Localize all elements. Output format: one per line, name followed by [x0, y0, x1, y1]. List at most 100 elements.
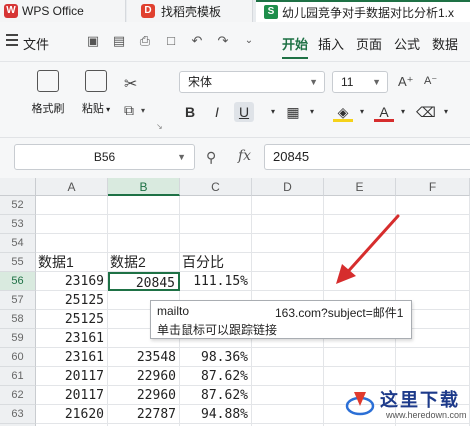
row-header[interactable]: 52	[0, 196, 36, 215]
cell-b60[interactable]: 23548	[108, 348, 180, 367]
cell-a52[interactable]	[36, 196, 108, 215]
tab-template-store[interactable]: D 找稻壳模板	[127, 0, 253, 22]
italic-button[interactable]: I	[207, 102, 227, 122]
cell-b63[interactable]: 22787	[108, 405, 180, 424]
cell-a57[interactable]: 25125	[36, 291, 108, 310]
more-quick-access-icon[interactable]: ⌄	[240, 32, 258, 50]
font-size-select[interactable]: 11 ▼	[332, 71, 388, 93]
cell-a60[interactable]: 23161	[36, 348, 108, 367]
underline-button[interactable]: U	[234, 102, 254, 122]
row-header[interactable]: 59	[0, 329, 36, 348]
cell-c54[interactable]	[180, 234, 252, 253]
name-box[interactable]: B56 ▼	[14, 144, 195, 170]
tab-spreadsheet-document[interactable]: S 幼儿园竞争对手数据对比分析1.x	[256, 0, 470, 22]
column-header-b[interactable]: B	[108, 178, 180, 196]
clear-format-icon[interactable]: ⌫	[416, 102, 436, 122]
column-header-f[interactable]: F	[396, 178, 470, 196]
save-icon[interactable]: ▣	[84, 32, 102, 50]
menu-formula[interactable]: 公式	[394, 34, 420, 53]
cell-a63[interactable]: 21620	[36, 405, 108, 424]
insert-function-icon[interactable]: fx	[238, 148, 251, 164]
cell-c62[interactable]: 87.62%	[180, 386, 252, 405]
column-header-d[interactable]: D	[252, 178, 324, 196]
borders-dropdown-icon[interactable]: ▾	[302, 102, 322, 122]
cell-c55[interactable]: 百分比	[180, 253, 252, 272]
cell-a56[interactable]: 23169	[36, 272, 108, 291]
cell-b55[interactable]: 数据2	[108, 253, 180, 272]
cell-b54[interactable]	[108, 234, 180, 253]
cell-c56[interactable]: 111.15%	[180, 272, 252, 291]
cell-a62[interactable]: 20117	[36, 386, 108, 405]
font-color-icon[interactable]: A	[374, 102, 394, 122]
row-header[interactable]: 60	[0, 348, 36, 367]
column-header-a[interactable]: A	[36, 178, 108, 196]
formula-input[interactable]: 20845	[264, 144, 470, 170]
cell-d62[interactable]	[252, 386, 324, 405]
fill-color-icon[interactable]: ◈	[333, 102, 353, 122]
paste-button[interactable]: 粘贴 ▾	[76, 70, 116, 116]
cell-d52[interactable]	[252, 196, 324, 215]
cell-d53[interactable]	[252, 215, 324, 234]
cell-b56[interactable]: 20845	[108, 272, 180, 291]
row-header[interactable]: 55	[0, 253, 36, 272]
clear-format-dropdown-icon[interactable]: ▾	[436, 102, 456, 122]
cell-a54[interactable]	[36, 234, 108, 253]
font-name-select[interactable]: 宋体 ▼	[179, 71, 325, 93]
menu-insert[interactable]: 插入	[318, 34, 344, 53]
print-icon[interactable]: ⎙	[136, 32, 154, 50]
column-header-e[interactable]: E	[324, 178, 396, 196]
fill-color-dropdown-icon[interactable]: ▾	[352, 102, 372, 122]
row-header[interactable]: 56	[0, 272, 36, 291]
font-color-dropdown-icon[interactable]: ▾	[393, 102, 413, 122]
column-header-c[interactable]: C	[180, 178, 252, 196]
bold-button[interactable]: B	[180, 102, 200, 122]
cell-c53[interactable]	[180, 215, 252, 234]
clipboard-dialog-launcher-icon[interactable]: ↘	[156, 122, 163, 131]
cell-a55[interactable]: 数据1	[36, 253, 108, 272]
format-painter-button[interactable]: 格式刷	[26, 70, 70, 116]
tab-wps-office[interactable]: W WPS Office	[0, 0, 126, 22]
print-preview-icon[interactable]: □	[162, 32, 180, 50]
select-all-corner[interactable]	[0, 178, 36, 196]
cell-c60[interactable]: 98.36%	[180, 348, 252, 367]
row-header[interactable]: 54	[0, 234, 36, 253]
row-header[interactable]: 62	[0, 386, 36, 405]
decrease-font-size-icon[interactable]: A⁻	[424, 74, 437, 87]
row-header[interactable]: 53	[0, 215, 36, 234]
cell-b62[interactable]: 22960	[108, 386, 180, 405]
cell-f60[interactable]	[396, 348, 470, 367]
borders-icon[interactable]: ▦	[283, 102, 303, 122]
cut-icon[interactable]: ✂	[124, 74, 137, 94]
row-header[interactable]: 61	[0, 367, 36, 386]
cell-b53[interactable]	[108, 215, 180, 234]
row-header[interactable]: 63	[0, 405, 36, 424]
cell-a59[interactable]: 23161	[36, 329, 108, 348]
undo-icon[interactable]: ↶	[188, 32, 206, 50]
cell-a61[interactable]: 20117	[36, 367, 108, 386]
menu-data[interactable]: 数据	[432, 34, 458, 53]
cell-e60[interactable]	[324, 348, 396, 367]
cell-c52[interactable]	[180, 196, 252, 215]
copy-icon[interactable]: ⧉	[124, 102, 134, 119]
cell-a58[interactable]: 25125	[36, 310, 108, 329]
cell-b52[interactable]	[108, 196, 180, 215]
copy-dropdown-icon[interactable]: ▾	[141, 106, 145, 115]
cell-c61[interactable]: 87.62%	[180, 367, 252, 386]
cell-c63[interactable]: 94.88%	[180, 405, 252, 424]
cell-d61[interactable]	[252, 367, 324, 386]
cell-d60[interactable]	[252, 348, 324, 367]
row-header[interactable]: 57	[0, 291, 36, 310]
hamburger-menu-icon[interactable]	[6, 34, 18, 46]
cell-d55[interactable]	[252, 253, 324, 272]
export-pdf-icon[interactable]: ▤	[110, 32, 128, 50]
cell-d56[interactable]	[252, 272, 324, 291]
increase-font-size-icon[interactable]: A⁺	[398, 74, 414, 90]
redo-icon[interactable]: ↷	[214, 32, 232, 50]
cell-d63[interactable]	[252, 405, 324, 424]
cell-a53[interactable]	[36, 215, 108, 234]
row-header[interactable]: 58	[0, 310, 36, 329]
menu-home[interactable]: 开始	[282, 34, 309, 59]
file-menu[interactable]: 文件	[23, 34, 49, 53]
cell-d54[interactable]	[252, 234, 324, 253]
underline-dropdown-icon[interactable]: ▾	[263, 102, 283, 122]
